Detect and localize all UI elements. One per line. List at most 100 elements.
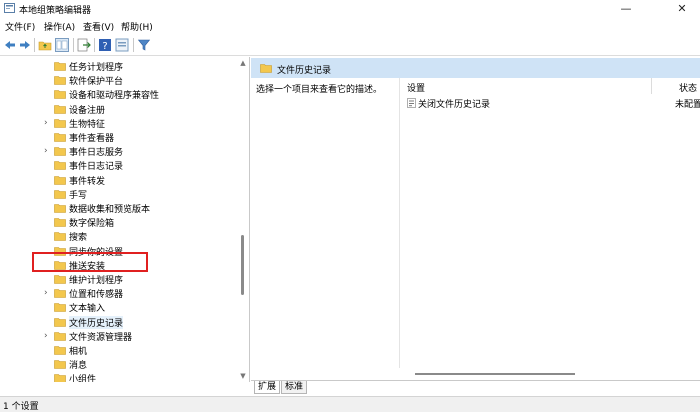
tree-item-label: 设备和驱动程序兼容性 <box>69 91 160 102</box>
tree-item-label: 文本输入 <box>69 304 106 315</box>
tree-item[interactable]: 数据收集和预览版本 <box>0 201 236 215</box>
tree-pane: 任务计划程序软件保护平台设备和驱动程序兼容性 设备注册 › 生物特征事件查看器 › 事件日… <box>0 57 250 382</box>
tree-item[interactable]: 任务计划程序 <box>0 59 236 73</box>
back-arrow-icon[interactable] <box>3 38 17 52</box>
folder-icon <box>54 275 66 284</box>
tree-item-label: 相机 <box>69 347 88 357</box>
tree-item-label: 位置和传感器 <box>69 290 124 301</box>
tree-item[interactable]: 事件转发 <box>0 173 236 187</box>
folder-icon <box>54 133 66 142</box>
tree-item[interactable]: › 位置和传感器 <box>0 286 236 300</box>
properties-icon[interactable] <box>115 38 129 52</box>
hscroll-thumb[interactable] <box>415 373 575 375</box>
tree-item[interactable]: › 事件日志服务 <box>0 144 236 158</box>
description-text: 选择一个项目来查看它的描述。 <box>256 85 383 95</box>
app-icon <box>4 3 15 13</box>
tree-item-label: 软件保护平台 <box>69 77 124 88</box>
folder-icon <box>54 289 66 298</box>
menu-action[interactable]: 操作(A) <box>44 20 75 33</box>
tree-item-label: 消息 <box>69 361 88 372</box>
view-tabs: 扩展 标准 <box>251 380 700 394</box>
tree-item-label: 数据收集和预览版本 <box>69 205 151 215</box>
minimize-button[interactable]: — <box>612 0 640 17</box>
show-hide-tree-icon[interactable] <box>55 38 69 52</box>
column-header-status[interactable]: 状态 <box>679 81 697 94</box>
tree-item-label: 事件日志服务 <box>69 148 124 159</box>
export-list-icon[interactable] <box>77 38 91 52</box>
title-bar: 本地组策略编辑器 — ✕ <box>0 0 700 17</box>
close-button[interactable]: ✕ <box>668 0 696 17</box>
toolbar-separator <box>94 38 95 52</box>
tree-scrollbar[interactable]: ▲ ▼ <box>236 57 249 382</box>
tree-item[interactable]: 消息 <box>0 357 236 371</box>
expand-chevron-icon[interactable]: › <box>44 146 52 156</box>
toolbar-separator <box>34 38 35 52</box>
tree-item[interactable]: 文件历史记录 <box>0 315 236 329</box>
folder-icon <box>54 161 66 171</box>
tree-item[interactable]: 事件查看器 <box>0 130 236 144</box>
folder-icon <box>54 331 66 341</box>
folder-up-icon[interactable] <box>38 38 52 52</box>
scroll-thumb[interactable] <box>241 235 244 295</box>
tree-item[interactable]: 文本输入 <box>0 300 236 314</box>
folder-icon <box>54 90 66 100</box>
settings-list-header: 设置 状态 <box>401 78 700 94</box>
tree-item-label: 事件查看器 <box>69 134 115 144</box>
tree-item[interactable]: 软件保护平台 <box>0 73 236 87</box>
folder-icon <box>54 303 66 313</box>
tree-item-label: 事件日志记录 <box>69 162 124 173</box>
column-divider[interactable] <box>651 78 652 94</box>
folder-icon <box>54 62 66 71</box>
folder-icon <box>54 189 66 199</box>
menu-view[interactable]: 查看(V) <box>83 20 114 33</box>
description-pane: 选择一个项目来查看它的描述。 <box>251 78 400 368</box>
folder-icon <box>54 374 66 382</box>
tree-item-label: 文件历史记录 <box>69 315 124 329</box>
settings-hscrollbar[interactable] <box>401 368 700 378</box>
scroll-up-arrow-icon[interactable]: ▲ <box>239 59 247 67</box>
column-header-setting[interactable]: 设置 <box>407 81 425 94</box>
tree-item-label: 事件转发 <box>69 176 106 187</box>
tree-item[interactable]: 事件日志记录 <box>0 158 236 172</box>
tree-item-label: 维护计划程序 <box>69 276 124 286</box>
expand-chevron-icon[interactable]: › <box>44 331 52 341</box>
settings-list-row[interactable]: 关闭文件历史记录 未配置 <box>401 96 700 110</box>
status-bar: 1 个设置 <box>0 396 700 412</box>
menu-help[interactable]: 帮助(H) <box>121 20 153 33</box>
help-icon[interactable]: ? <box>98 38 112 52</box>
folder-icon <box>54 317 66 327</box>
tree-item-label: 搜索 <box>69 233 88 244</box>
expand-chevron-icon[interactable]: › <box>44 118 52 128</box>
folder-icon <box>54 118 66 128</box>
setting-name: 关闭文件历史记录 <box>418 100 491 110</box>
tab-extended[interactable]: 扩展 <box>254 381 281 394</box>
menu-file[interactable]: 文件(F) <box>5 20 35 33</box>
setting-status: 未配置 <box>675 100 700 110</box>
svg-text:?: ? <box>102 41 107 52</box>
folder-icon <box>54 232 66 242</box>
forward-arrow-icon[interactable] <box>18 38 32 52</box>
tree-item-label: 生物特征 <box>69 119 106 130</box>
toolbar-separator <box>133 38 134 52</box>
tree-item[interactable]: 小组件 <box>0 371 236 382</box>
tab-standard[interactable]: 标准 <box>281 381 308 394</box>
folder-icon <box>260 64 272 73</box>
tree-item-label: 手写 <box>69 190 88 201</box>
tree-item[interactable]: 相机 <box>0 343 236 357</box>
tree-item[interactable]: 维护计划程序 <box>0 272 236 286</box>
folder-icon <box>54 147 66 156</box>
tree-item[interactable]: 搜索 <box>0 229 236 243</box>
folder-icon <box>54 76 66 85</box>
tree-item[interactable]: › 生物特征 <box>0 116 236 130</box>
scroll-down-arrow-icon[interactable]: ▼ <box>239 372 247 380</box>
filter-icon[interactable] <box>137 38 151 52</box>
tree-item[interactable]: 数字保险箱 <box>0 215 236 229</box>
policy-setting-icon <box>407 98 416 108</box>
tree-item[interactable]: › 文件资源管理器 <box>0 329 236 343</box>
window-title: 本地组策略编辑器 <box>19 6 92 16</box>
tree-item[interactable]: 设备和驱动程序兼容性 <box>0 87 236 101</box>
folder-icon <box>54 218 66 227</box>
tree-item[interactable]: 设备注册 <box>0 102 236 116</box>
tree-item[interactable]: 手写 <box>0 187 236 201</box>
expand-chevron-icon[interactable]: › <box>44 288 52 298</box>
